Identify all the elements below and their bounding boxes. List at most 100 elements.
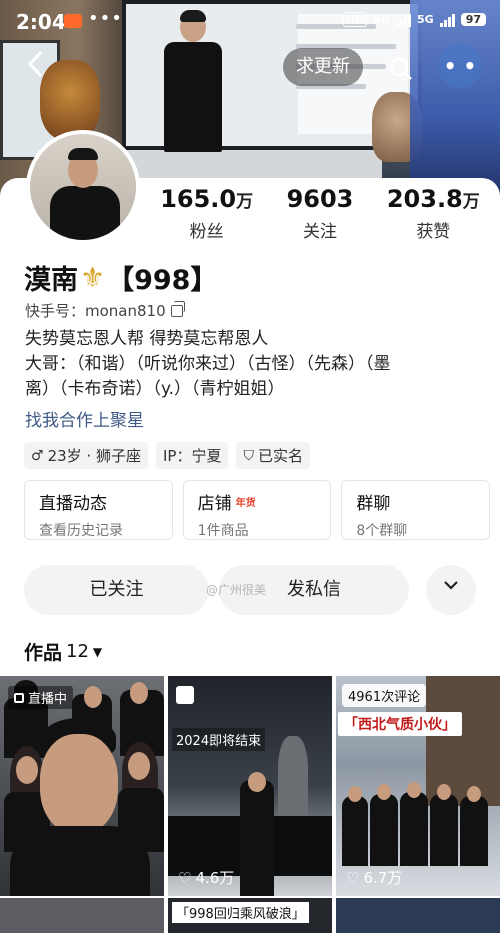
- tile-tree: [278, 736, 308, 816]
- works-count: 12: [66, 641, 89, 662]
- tile-person-face: [128, 752, 150, 780]
- network-label-2: 5G: [417, 13, 434, 26]
- watermark: @广州很美: [206, 583, 267, 597]
- fleur-de-lis-icon: ⚜: [80, 261, 106, 294]
- business-cooperation-link[interactable]: 找我合作上聚星: [25, 406, 144, 431]
- box-subtitle: 查看历史记录: [39, 523, 123, 539]
- like-count: ♡ 6.7万: [346, 867, 402, 888]
- username: 漠南: [24, 265, 78, 296]
- profile-actions: 已关注 发私信 @广州很美: [24, 565, 490, 615]
- battery-icon: 97: [460, 13, 486, 26]
- male-icon: ♂: [31, 447, 44, 464]
- search-button[interactable]: [380, 48, 424, 88]
- signal-icon: [439, 13, 455, 27]
- tile-person-face: [467, 786, 481, 802]
- tag-verified-text: 已实名: [257, 447, 303, 465]
- stat-value: 165.0: [160, 185, 237, 213]
- avatar-body: [50, 186, 120, 240]
- followed-button[interactable]: 已关注: [24, 565, 209, 615]
- bio-line: 离）（卡布奇诺）（y.）（青柠姐姐）: [25, 379, 285, 399]
- request-update-button[interactable]: 求更新: [283, 48, 363, 86]
- back-button[interactable]: [24, 48, 64, 88]
- new-year-badge: 年货: [235, 498, 256, 509]
- avatar-hair: [68, 148, 98, 160]
- stat-label: 粉丝: [189, 222, 224, 242]
- chevron-down-icon: [444, 581, 458, 590]
- works-tab[interactable]: 作品 12 ▼: [24, 638, 102, 665]
- tile-person-face: [348, 786, 362, 802]
- profile-stats: 165.0万 粉丝 9603 关注 203.8万 获赞: [150, 185, 490, 242]
- box-title: 群聊: [356, 494, 391, 514]
- tile-red-caption: 「西北气质小伙」: [338, 712, 462, 736]
- tile-person: [240, 780, 274, 896]
- stat-likes[interactable]: 203.8万 获赞: [378, 185, 488, 242]
- stat-fans[interactable]: 165.0万 粉丝: [152, 185, 262, 242]
- video-tile[interactable]: 直播中: [0, 676, 164, 896]
- stat-label: 获赞: [416, 222, 451, 242]
- profile-tags: ♂ 23岁 · 狮子座 IP：宁夏 ⛉ 已实名: [24, 442, 310, 469]
- tile-person-face: [407, 782, 421, 798]
- video-tile[interactable]: 4961次评论 「西北气质小伙」 ♡ 6.7万: [336, 676, 500, 896]
- signal-icon: [396, 13, 411, 27]
- expand-button[interactable]: [426, 565, 476, 615]
- kuaishou-id: 快手号：monan810: [25, 300, 185, 321]
- stat-label: 关注: [302, 222, 337, 242]
- stat-value: 203.8: [386, 185, 463, 213]
- live-history-box[interactable]: 直播动态 查看历史记录: [24, 480, 173, 540]
- tile-person: [400, 792, 428, 866]
- network-label-1: 5G: [373, 13, 390, 26]
- stat-unit: 万: [236, 192, 254, 212]
- box-subtitle: 1件商品: [197, 523, 249, 539]
- box-title: 直播动态: [39, 494, 107, 514]
- tile-main-face: [40, 734, 118, 834]
- stat-following[interactable]: 9603 关注: [265, 185, 375, 242]
- image-icon: [176, 686, 194, 704]
- video-tile[interactable]: [0, 898, 164, 933]
- status-bar: 2:04 ••• HD 5G 5G 97: [0, 0, 500, 44]
- tile-person: [430, 794, 458, 866]
- caret-down-icon: ▼: [92, 644, 103, 659]
- tile-person-face: [437, 784, 451, 800]
- works-label: 作品: [24, 642, 63, 664]
- tile-person: [460, 796, 488, 866]
- copy-icon[interactable]: [170, 300, 185, 317]
- feature-boxes: 直播动态 查看历史记录 店铺 年货 1件商品 群聊 8个群聊: [24, 480, 491, 540]
- hd-icon: HD: [342, 12, 368, 27]
- tag-verified: ⛉ 已实名: [236, 442, 310, 469]
- profile-bio: 失势莫忘恩人帮 得势莫忘帮恩人 大哥：（和谐）（听说你来过）（古怪）（先森）（墨…: [25, 327, 475, 402]
- tile-building: [426, 676, 500, 806]
- tile-main-suit: [10, 826, 150, 896]
- more-options-button[interactable]: • •: [438, 44, 482, 88]
- tile-person-face: [16, 756, 38, 784]
- search-icon: [389, 57, 412, 80]
- tag-ip: IP：宁夏: [155, 442, 229, 469]
- group-chat-box[interactable]: 群聊 8个群聊: [341, 480, 491, 540]
- live-label: 直播中: [28, 692, 68, 707]
- status-right: HD 5G 5G 97: [342, 12, 486, 27]
- profile-name: 漠南 ⚜ 【998】: [24, 258, 217, 297]
- tile-person: [370, 794, 398, 866]
- more-dots-icon: • •: [443, 54, 477, 78]
- video-tile[interactable]: 2024即将结束 ♡ 4.6万: [168, 676, 332, 896]
- video-tile[interactable]: [336, 898, 500, 933]
- banner-person-body: [164, 42, 222, 152]
- stat-value: 9603: [286, 185, 354, 213]
- avatar[interactable]: [26, 130, 140, 244]
- comment-count-chip: 4961次评论: [342, 684, 427, 707]
- bio-line: 大哥：（和谐）（听说你来过）（古怪）（先森）（墨: [25, 354, 391, 374]
- tag-ip-text: IP：宁夏: [162, 447, 222, 465]
- chevron-left-icon: [27, 50, 43, 78]
- box-subtitle: 8个群聊: [356, 523, 408, 539]
- box-title: 店铺: [197, 494, 232, 514]
- shop-box[interactable]: 店铺 年货 1件商品: [182, 480, 332, 540]
- notification-dots-icon: •••: [88, 8, 123, 29]
- username-suffix: 【998】: [107, 265, 218, 296]
- like-count: ♡ 4.6万: [178, 867, 234, 888]
- tile-caption: 「998回归乘风破浪」: [172, 902, 309, 923]
- tag-age-sign-text: 23岁 · 狮子座: [47, 447, 141, 465]
- stat-unit: 万: [462, 192, 480, 212]
- tile-person: [342, 796, 368, 866]
- tile-person-face: [377, 784, 391, 800]
- tag-age-sign: ♂ 23岁 · 狮子座: [24, 442, 148, 469]
- works-grid: 直播中 2024即将结束 ♡ 4.6万 4961次评论 「西北气质小伙」 ♡ 6…: [0, 676, 500, 933]
